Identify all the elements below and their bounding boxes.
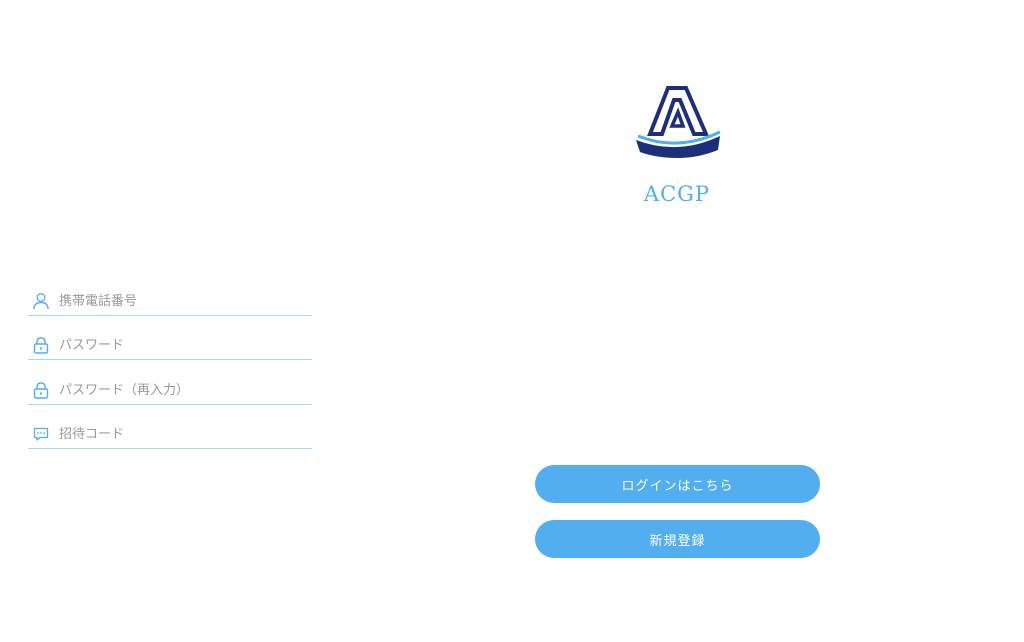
register-button[interactable]: 新規登録 <box>535 520 820 558</box>
password-confirm-input[interactable] <box>59 379 304 401</box>
password-field <box>28 332 312 360</box>
invite-code-input[interactable] <box>59 423 304 445</box>
lock-icon <box>32 381 50 399</box>
password-confirm-field <box>28 377 312 405</box>
login-button[interactable]: ログインはこちら <box>535 465 820 503</box>
message-icon <box>32 425 50 443</box>
acgp-boat-logo-icon <box>636 86 721 158</box>
invite-code-field <box>28 421 312 449</box>
lock-icon <box>32 336 50 354</box>
brand-logo <box>628 80 726 164</box>
phone-field <box>28 288 312 316</box>
brand-name: ACGP <box>643 182 711 206</box>
phone-input[interactable] <box>59 290 304 312</box>
password-input[interactable] <box>59 334 304 356</box>
user-icon <box>32 292 50 310</box>
